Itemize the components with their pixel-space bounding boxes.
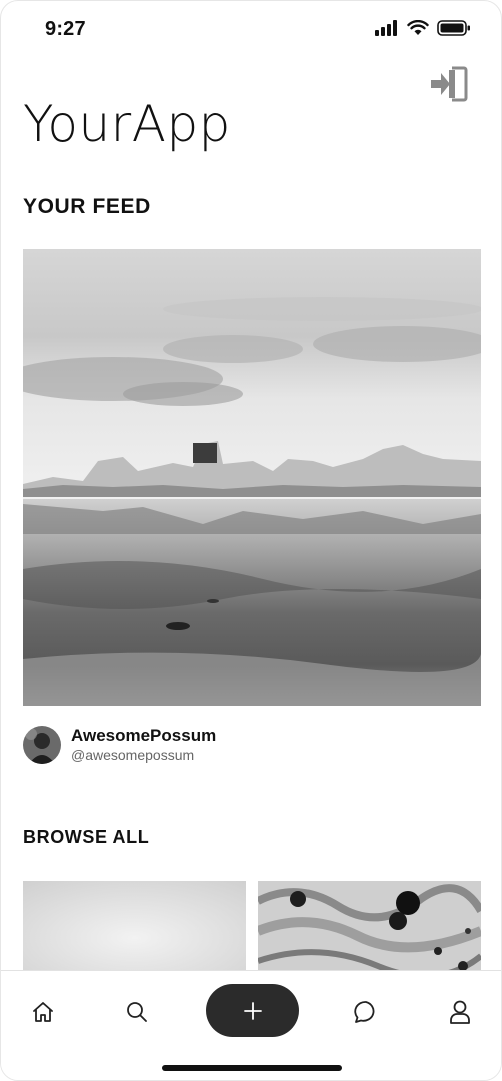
browse-tile[interactable] [258,881,481,976]
avatar[interactable] [23,726,61,764]
battery-icon [437,20,470,36]
feed-post-image[interactable] [23,249,481,706]
nav-profile-button[interactable] [445,997,475,1027]
author-handle: @awesomepossum [71,747,195,763]
user-icon [450,1000,470,1024]
nav-home-button[interactable] [28,997,58,1027]
home-icon [33,1002,53,1022]
status-icons [375,20,471,36]
status-bar: 9:27 [1,1,501,57]
wifi-icon [407,20,429,35]
post-author[interactable]: AwesomePossum @awesomepossum [23,726,216,764]
author-name: AwesomePossum [71,726,217,745]
app-title: YourApp [23,95,231,153]
add-post-button[interactable] [206,984,299,1037]
nav-chat-button[interactable] [351,997,381,1027]
logout-button[interactable] [431,65,469,103]
signal-icon [375,20,397,36]
feed-section-title: YOUR FEED [23,195,151,218]
logout-icon [431,66,468,102]
home-indicator [162,1065,342,1071]
search-icon [127,1002,147,1022]
browse-tile[interactable] [23,881,246,976]
author-info: AwesomePossum @awesomepossum [71,726,216,764]
chat-icon [354,1001,375,1023]
nav-search-button[interactable] [122,997,152,1027]
plus-icon [243,1001,262,1020]
browse-section-title: BROWSE ALL [23,827,150,847]
bottom-nav [1,970,501,1080]
app-screen: 9:27 YourApp YOUR FEED AwesomePossum @aw… [0,0,502,1081]
status-time: 9:27 [45,18,86,40]
